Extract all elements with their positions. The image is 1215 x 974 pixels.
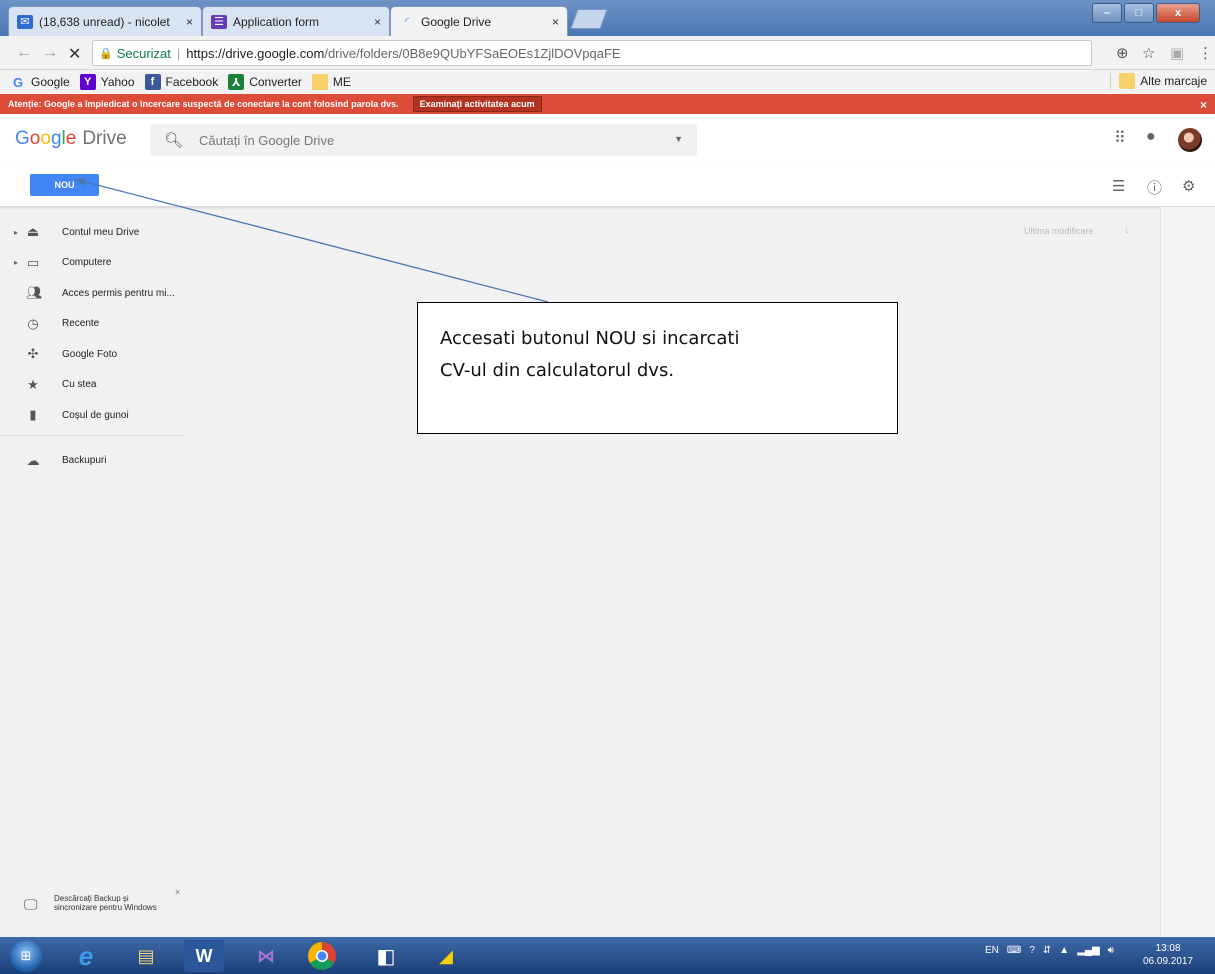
display-icon[interactable]: ⇵ bbox=[1043, 945, 1051, 956]
windows-taskbar: ⊞ e ▤ W ⋈ ◧ ◢ EN ⌨ ? ⇵ ▲ ▂▄▆ 🔊︎ 13:08 06… bbox=[0, 937, 1215, 974]
callout-line-1: Accesati butonul NOU si incarcati bbox=[440, 328, 740, 349]
instruction-callout: Accesati butonul NOU si incarcati CV-ul … bbox=[417, 302, 898, 434]
clock-time: 13:08 bbox=[1155, 943, 1181, 954]
volume-icon[interactable]: 🔊︎ bbox=[1108, 945, 1114, 956]
ie-icon[interactable]: e bbox=[64, 940, 108, 972]
language-indicator[interactable]: EN bbox=[985, 945, 999, 956]
chrome-logo bbox=[308, 942, 336, 970]
callout-line-2: CV-ul din calculatorul dvs. bbox=[440, 360, 675, 381]
app-icon[interactable]: ◢ bbox=[424, 940, 468, 972]
callout-pointer bbox=[73, 178, 549, 303]
clock[interactable]: 13:08 06.09.2017 bbox=[1143, 942, 1193, 968]
word-icon[interactable]: W bbox=[184, 940, 224, 972]
tray-expand-icon[interactable]: ▲ bbox=[1059, 945, 1069, 956]
help-icon[interactable]: ? bbox=[1029, 945, 1035, 956]
outlook-icon[interactable]: ◧ bbox=[364, 940, 408, 972]
promo-text: Descărcați Backup și sincronizare pentru… bbox=[54, 894, 157, 912]
keyboard-icon[interactable]: ⌨ bbox=[1007, 945, 1021, 956]
clock-date: 06.09.2017 bbox=[1143, 956, 1194, 967]
vs-icon[interactable]: ⋈ bbox=[244, 940, 288, 972]
pointer-line bbox=[73, 178, 549, 303]
chrome-icon[interactable] bbox=[300, 940, 344, 972]
close-icon[interactable]: × bbox=[175, 887, 180, 897]
network-icon[interactable]: ▂▄▆ bbox=[1077, 945, 1099, 956]
system-tray: EN ⌨ ? ⇵ ▲ ▂▄▆ 🔊︎ bbox=[985, 945, 1122, 956]
start-button[interactable]: ⊞ bbox=[10, 940, 42, 972]
pointer-arrowhead bbox=[74, 178, 86, 186]
monitor-icon: 🖵 bbox=[24, 896, 38, 912]
explorer-icon[interactable]: ▤ bbox=[124, 940, 168, 972]
backup-sync-promo[interactable]: 🖵 Descărcați Backup și sincronizare pent… bbox=[10, 884, 184, 934]
